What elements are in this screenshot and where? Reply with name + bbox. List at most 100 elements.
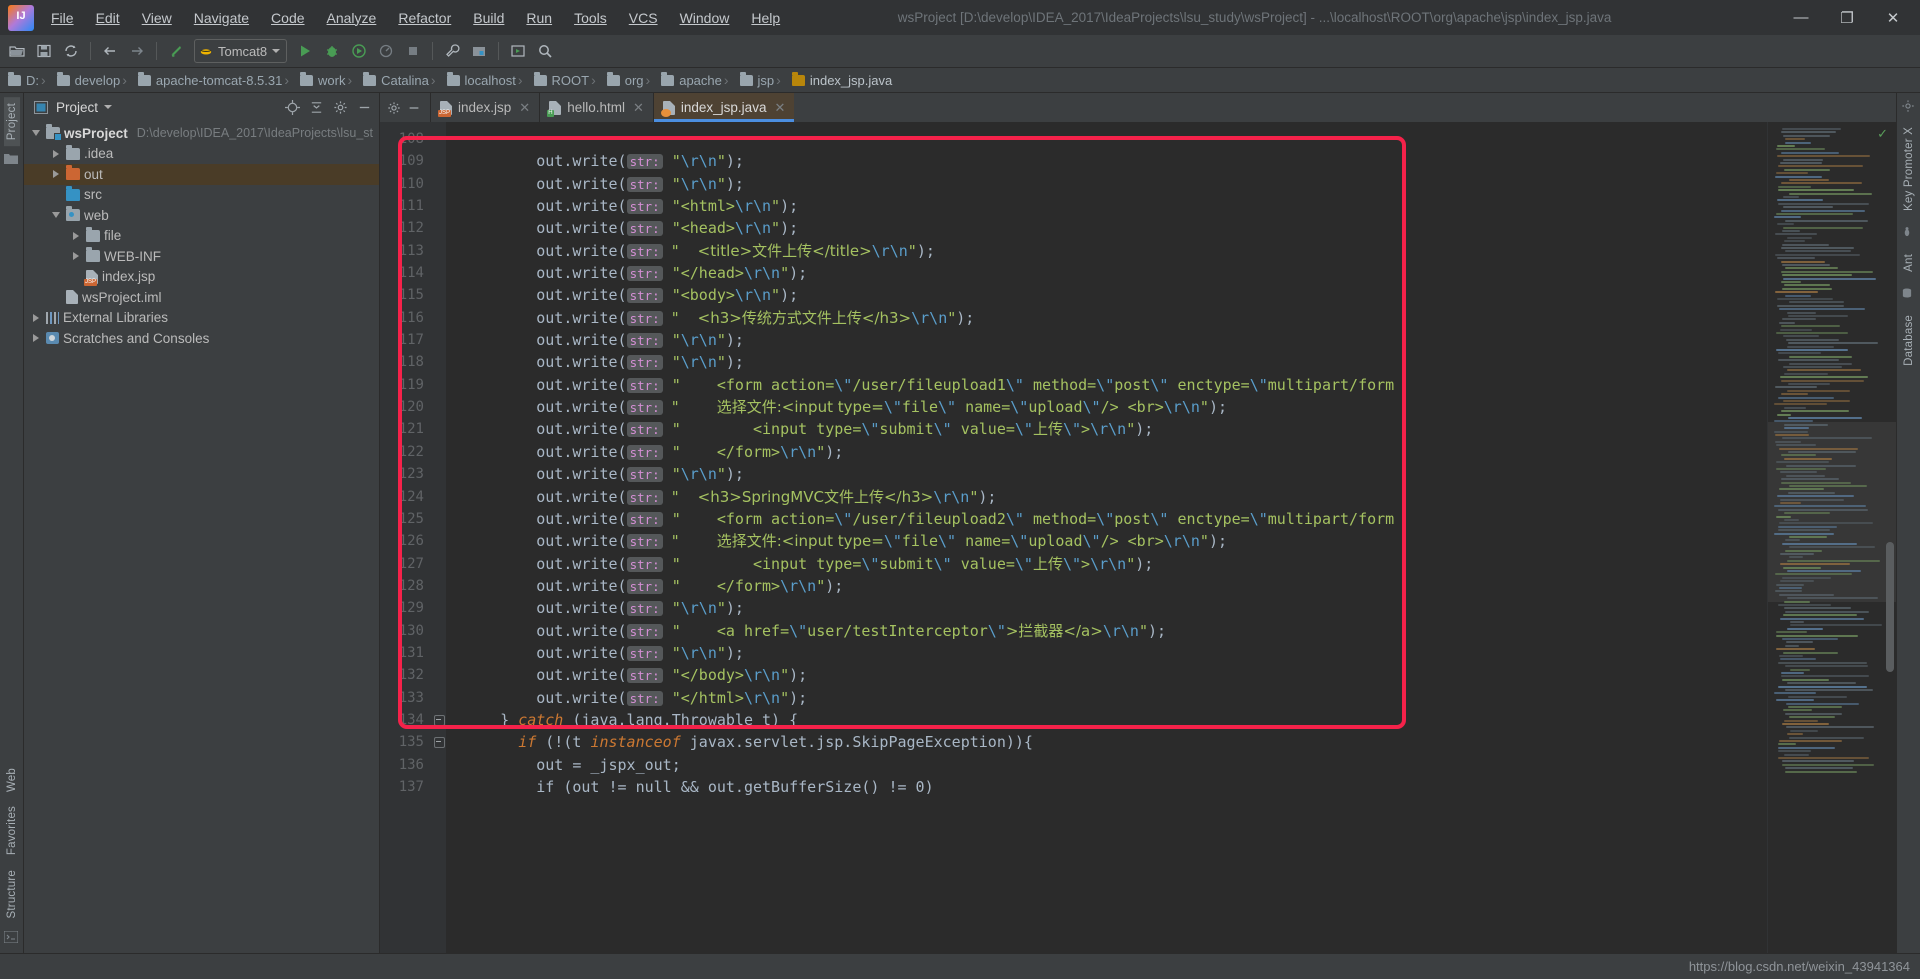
code-line[interactable]: out.write(str: " <form action=\"/user/fi… xyxy=(446,508,1767,530)
code-line[interactable]: out.write(str: "\r\n"); xyxy=(446,329,1767,351)
run-icon[interactable] xyxy=(292,38,318,64)
code-line[interactable]: out.write(str: " 选择文件:<input type=\"file… xyxy=(446,530,1767,552)
code-line[interactable]: out.write(str: "\r\n"); xyxy=(446,351,1767,373)
run-coverage-icon[interactable] xyxy=(346,38,372,64)
fold-gutter[interactable] xyxy=(432,122,446,953)
save-all-icon[interactable] xyxy=(31,38,57,64)
profile-icon[interactable] xyxy=(373,38,399,64)
breadcrumb-item-catalina[interactable]: Catalina xyxy=(345,71,429,88)
collapse-all-icon[interactable] xyxy=(307,98,325,116)
settings-gear-icon[interactable] xyxy=(385,99,403,117)
locate-icon[interactable] xyxy=(283,98,301,116)
code-line[interactable]: out.write(str: "\r\n"); xyxy=(446,173,1767,195)
breadcrumb-item-jsp[interactable]: jsp xyxy=(722,71,774,88)
code-line[interactable] xyxy=(446,128,1767,150)
vertical-scrollbar[interactable] xyxy=(1886,542,1894,672)
editor-tab-index-jsp-java[interactable]: index_jsp.java ✕ xyxy=(652,93,795,122)
menu-item-window[interactable]: Window xyxy=(669,6,741,30)
tree-row-wsproject[interactable]: wsProject D:\develop\IDEA_2017\IdeaProje… xyxy=(24,123,379,144)
editor-tab-index-jsp[interactable]: JSP index.jsp ✕ xyxy=(430,93,540,122)
code-minimap[interactable]: ✓ xyxy=(1767,122,1896,953)
tree-row-web-inf[interactable]: WEB-INF xyxy=(24,246,379,267)
code-line[interactable]: } catch (java.lang.Throwable t) { xyxy=(446,709,1767,731)
code-line[interactable]: out.write(str: "\r\n"); xyxy=(446,463,1767,485)
tree-twisty[interactable] xyxy=(30,127,42,139)
menu-item-run[interactable]: Run xyxy=(515,6,563,30)
tool-window-button-favorites[interactable]: Favorites xyxy=(4,800,20,861)
tree-twisty[interactable] xyxy=(70,230,82,242)
code-line[interactable]: out = _jspx_out; xyxy=(446,754,1767,776)
close-icon[interactable]: ✕ xyxy=(519,100,530,116)
code-line[interactable]: out.write(str: "\r\n"); xyxy=(446,597,1767,619)
code-line[interactable]: out.write(str: "\r\n"); xyxy=(446,150,1767,172)
breadcrumb-item-localhost[interactable]: localhost xyxy=(429,71,516,88)
code-line[interactable]: out.write(str: "\r\n"); xyxy=(446,642,1767,664)
code-line[interactable]: out.write(str: " <input type=\"submit\" … xyxy=(446,553,1767,575)
code-line[interactable]: out.write(str: "</html>\r\n"); xyxy=(446,687,1767,709)
code-line[interactable]: out.write(str: "<body>\r\n"); xyxy=(446,284,1767,306)
breadcrumb-item-root[interactable]: ROOT xyxy=(516,71,589,88)
tree-row-web[interactable]: web xyxy=(24,205,379,226)
menu-item-view[interactable]: View xyxy=(131,6,183,30)
run-configuration-selector[interactable]: Tomcat8 xyxy=(194,39,288,63)
fold-marker[interactable] xyxy=(432,709,446,731)
code-line[interactable]: out.write(str: " 选择文件:<input type=\"file… xyxy=(446,396,1767,418)
close-icon[interactable]: ✕ xyxy=(774,100,785,116)
menu-item-navigate[interactable]: Navigate xyxy=(183,6,260,30)
code-line[interactable]: out.write(str: "<html>\r\n"); xyxy=(446,195,1767,217)
breadcrumb-item-org[interactable]: org xyxy=(589,71,644,88)
code-line[interactable]: out.write(str: " <form action=\"/user/fi… xyxy=(446,374,1767,396)
terminal-icon[interactable] xyxy=(3,930,19,944)
menu-item-tools[interactable]: Tools xyxy=(563,6,618,30)
tool-window-button-database[interactable]: Database xyxy=(1901,309,1917,372)
menu-item-analyze[interactable]: Analyze xyxy=(316,6,388,30)
menu-item-help[interactable]: Help xyxy=(740,6,791,30)
project-structure-icon[interactable] xyxy=(466,38,492,64)
minimize-button[interactable]: — xyxy=(1778,1,1824,35)
close-icon[interactable]: ✕ xyxy=(633,100,644,116)
breadcrumb-item-tomcat[interactable]: apache-tomcat-8.5.31 xyxy=(120,71,282,88)
menu-item-file[interactable]: File xyxy=(40,6,85,30)
update-app-icon[interactable] xyxy=(505,38,531,64)
breadcrumb-item-d[interactable]: D: xyxy=(8,71,39,88)
open-folder-icon[interactable] xyxy=(4,38,30,64)
back-arrow-icon[interactable] xyxy=(97,38,123,64)
menu-item-code[interactable]: Code xyxy=(260,6,315,30)
revert-icon[interactable] xyxy=(163,38,189,64)
settings-wrench-icon[interactable] xyxy=(439,38,465,64)
code-line[interactable]: out.write(str: " <h3>SpringMVC文件上传</h3>\… xyxy=(446,486,1767,508)
tool-window-button-web[interactable]: Web xyxy=(4,762,20,798)
tree-row-wsproject-iml[interactable]: wsProject.iml xyxy=(24,287,379,308)
code-line[interactable]: out.write(str: "</body>\r\n"); xyxy=(446,664,1767,686)
code-line[interactable]: if (out != null && out.getBufferSize() !… xyxy=(446,776,1767,798)
tool-window-button-ant[interactable]: Ant xyxy=(1901,248,1917,278)
sync-icon[interactable] xyxy=(58,38,84,64)
forward-arrow-icon[interactable] xyxy=(124,38,150,64)
code-line[interactable]: out.write(str: " <a href=\"user/testInte… xyxy=(446,620,1767,642)
code-viewport[interactable]: 108 109 110 111 112 113 114 115 116 117 118 119 120 1… xyxy=(380,122,1896,953)
close-button[interactable]: ✕ xyxy=(1870,1,1916,35)
tool-window-button-project[interactable]: Project xyxy=(3,97,20,147)
tree-twisty[interactable] xyxy=(30,312,42,324)
hide-icon[interactable] xyxy=(355,98,373,116)
tree-row-file[interactable]: file xyxy=(24,226,379,247)
settings-rail-icon[interactable] xyxy=(1901,99,1916,112)
code-line[interactable]: out.write(str: " </form>\r\n"); xyxy=(446,575,1767,597)
tree-row-index-jsp[interactable]: JSP index.jsp xyxy=(24,267,379,288)
code-line[interactable]: out.write(str: " <title>文件上传</title>\r\n… xyxy=(446,240,1767,262)
tree-twisty[interactable] xyxy=(50,148,62,160)
menu-item-build[interactable]: Build xyxy=(462,6,515,30)
stop-icon[interactable] xyxy=(400,38,426,64)
menu-item-vcs[interactable]: VCS xyxy=(618,6,669,30)
breadcrumb-item-file[interactable]: index_jsp.java xyxy=(774,71,892,88)
maximize-button[interactable]: ❐ xyxy=(1824,1,1870,35)
breadcrumb-item-work[interactable]: work xyxy=(282,71,345,88)
tool-window-button-key-promoter[interactable]: Key Promoter X xyxy=(1901,121,1917,217)
tree-twisty[interactable] xyxy=(30,332,42,344)
fold-marker[interactable] xyxy=(432,731,446,753)
debug-icon[interactable] xyxy=(319,38,345,64)
project-tree[interactable]: wsProject D:\develop\IDEA_2017\IdeaProje… xyxy=(24,121,379,953)
tree-row-src[interactable]: src xyxy=(24,185,379,206)
menu-item-edit[interactable]: Edit xyxy=(85,6,131,30)
breadcrumb-item-apache[interactable]: apache xyxy=(644,71,722,88)
